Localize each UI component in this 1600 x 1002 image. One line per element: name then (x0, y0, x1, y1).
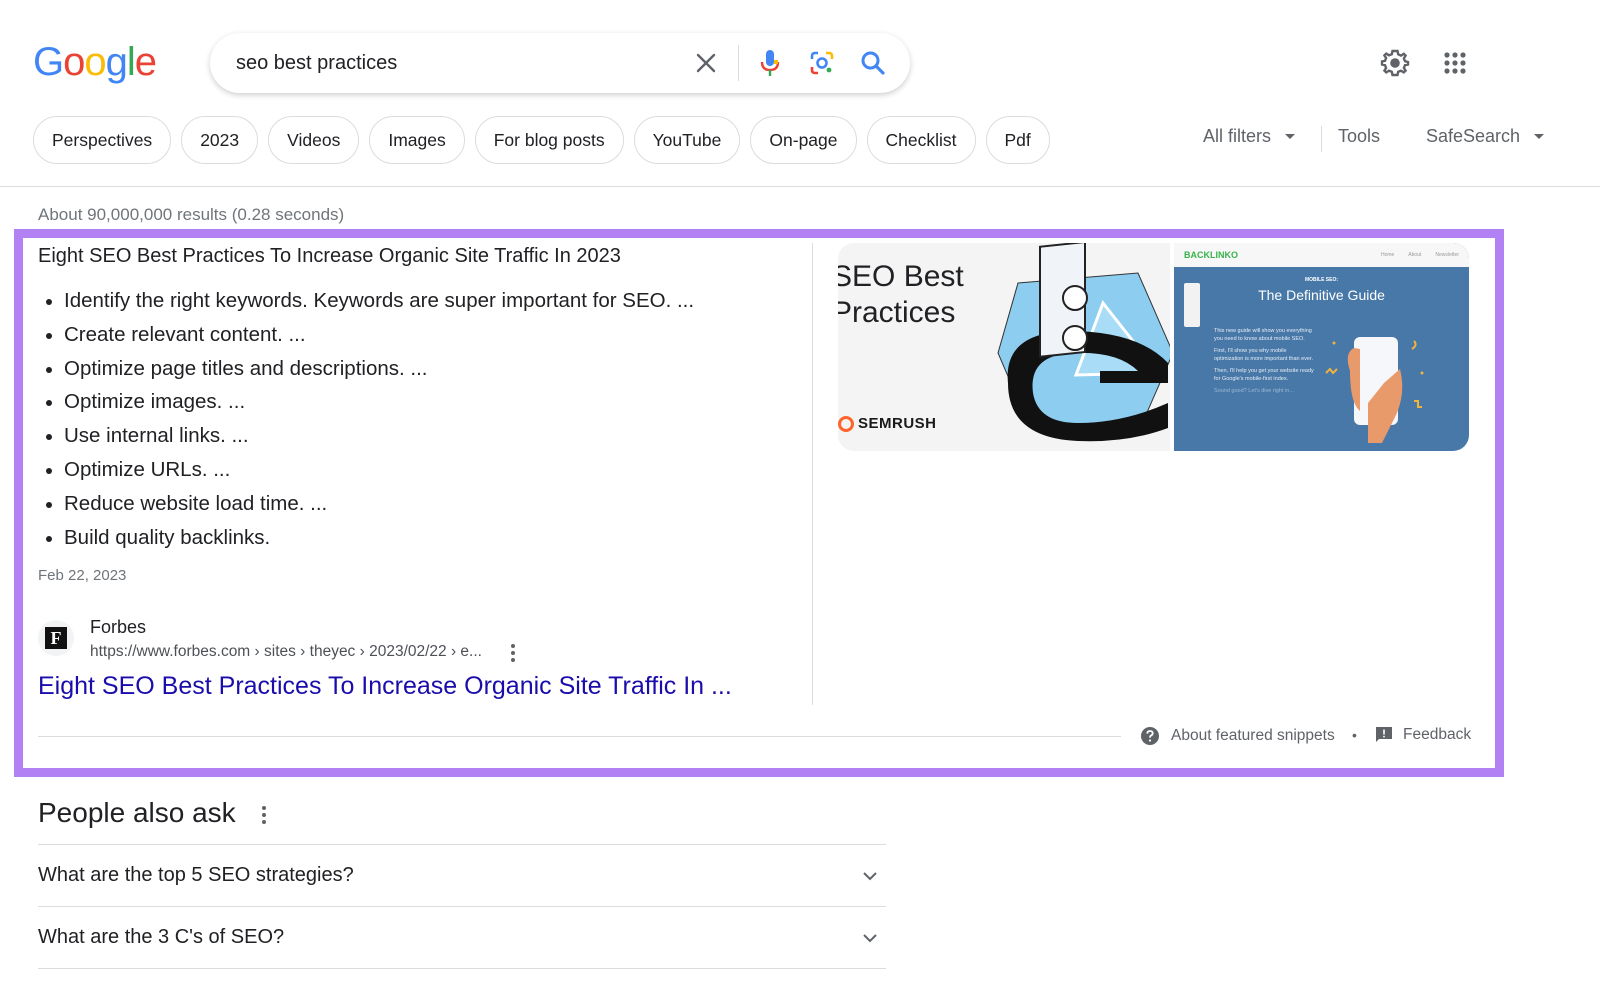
image1-heading-line1: SEO Best (838, 260, 964, 293)
logo-letter: G (33, 40, 64, 84)
source-url[interactable]: https://www.forbes.com › sites › theyec … (90, 643, 482, 661)
snippet-title: Eight SEO Best Practices To Increase Org… (38, 245, 621, 267)
caret-down-icon (1534, 134, 1545, 139)
search-input[interactable] (236, 33, 676, 93)
caret-down-icon (1285, 134, 1296, 139)
list-item: Optimize URLs. ... (38, 453, 694, 487)
search-divider (738, 45, 739, 81)
search-icon[interactable] (857, 47, 889, 79)
paa-more-options-icon[interactable] (254, 803, 274, 827)
list-item: Create relevant content. ... (38, 318, 694, 352)
microphone-icon[interactable] (754, 47, 786, 79)
paa-question-text: What are the 3 C's of SEO? (38, 926, 285, 948)
search-box (210, 33, 910, 93)
all-filters-label: All filters (1203, 126, 1272, 146)
favicon-letter: F (45, 627, 67, 649)
tools-button[interactable]: Tools (1338, 126, 1380, 147)
snippet-list: Identify the right keywords. Keywords ar… (38, 284, 694, 554)
about-featured-snippets-link[interactable]: About featured snippets (1140, 726, 1335, 746)
about-featured-snippets-label: About featured snippets (1171, 727, 1335, 744)
all-filters-button[interactable]: All filters (1203, 126, 1296, 147)
chip-images[interactable]: Images (369, 116, 465, 164)
logo-letter: o (84, 40, 106, 84)
semrush-logo-icon (838, 415, 854, 432)
feedback-icon (1376, 727, 1392, 742)
chip-checklist[interactable]: Checklist (866, 116, 976, 164)
safesearch-button[interactable]: SafeSearch (1426, 126, 1545, 147)
list-item: Identify the right keywords. Keywords ar… (38, 284, 694, 318)
result-stats: About 90,000,000 results (0.28 seconds) (38, 205, 345, 224)
camera-lens-icon[interactable] (806, 47, 838, 79)
paa-divider (38, 968, 886, 969)
list-item: Use internal links. ... (38, 419, 694, 453)
google-logo[interactable]: Google (33, 40, 157, 85)
safesearch-label: SafeSearch (1426, 126, 1521, 146)
list-item: Optimize images. ... (38, 385, 694, 419)
image1-heading-line2: Practices (838, 296, 956, 329)
people-also-ask-title: People also ask (38, 797, 236, 828)
chip-for-blog-posts[interactable]: For blog posts (474, 116, 624, 164)
separator-dot: • (1352, 727, 1357, 743)
help-icon (1141, 727, 1159, 745)
paa-question-text: What are the top 5 SEO strategies? (38, 864, 354, 886)
snippet-date: Feb 22, 2023 (38, 567, 127, 584)
logo-letter: o (63, 40, 85, 84)
chip-2023[interactable]: 2023 (181, 116, 259, 164)
chip-youtube[interactable]: YouTube (633, 116, 741, 164)
chevron-down-icon (863, 871, 877, 880)
chevron-down-icon (863, 933, 877, 942)
feedback-label: Feedback (1403, 726, 1472, 743)
paa-question[interactable]: What are the top 5 SEO strategies? (38, 844, 886, 906)
result-title-link[interactable]: Eight SEO Best Practices To Increase Org… (38, 672, 732, 701)
list-item: Build quality backlinks. (38, 521, 694, 555)
logo-letter: l (126, 40, 136, 84)
snippet-column-divider (812, 243, 813, 705)
logo-letter: e (134, 40, 157, 84)
tools-label: Tools (1338, 126, 1381, 146)
phone-hand-illustration (1325, 337, 1424, 443)
chip-pdf[interactable]: Pdf (985, 116, 1050, 164)
paa-question[interactable]: What are the 3 C's of SEO? (38, 906, 886, 968)
list-item: Optimize page titles and descriptions. .… (38, 352, 694, 386)
feedback-link[interactable]: Feedback (1375, 726, 1471, 744)
logo-letter: g (105, 40, 128, 84)
close-icon[interactable] (690, 47, 722, 79)
header-divider (0, 186, 1600, 187)
filter-chips: Perspectives 2023 Videos Images For blog… (33, 116, 1050, 164)
snippet-image-backlinko[interactable]: BACKLINKO Home About Newsletter MOBILE S… (1174, 243, 1469, 451)
filter-divider (1321, 126, 1322, 152)
apps-grid-icon[interactable] (1438, 46, 1472, 80)
snippet-footer-divider (38, 736, 1121, 737)
source-name[interactable]: Forbes (90, 617, 146, 638)
chip-on-page[interactable]: On-page (750, 116, 857, 164)
image1-brand: SEMRUSH (858, 415, 937, 432)
forbes-favicon[interactable]: F (38, 620, 74, 656)
gear-icon[interactable] (1378, 46, 1412, 80)
chip-videos[interactable]: Videos (268, 116, 360, 164)
snippet-image-semrush[interactable]: SEO Best Practices SEMRUSH (838, 243, 1170, 451)
list-item: Reduce website load time. ... (38, 487, 694, 521)
more-options-icon[interactable] (503, 641, 523, 665)
chip-perspectives[interactable]: Perspectives (33, 116, 172, 164)
